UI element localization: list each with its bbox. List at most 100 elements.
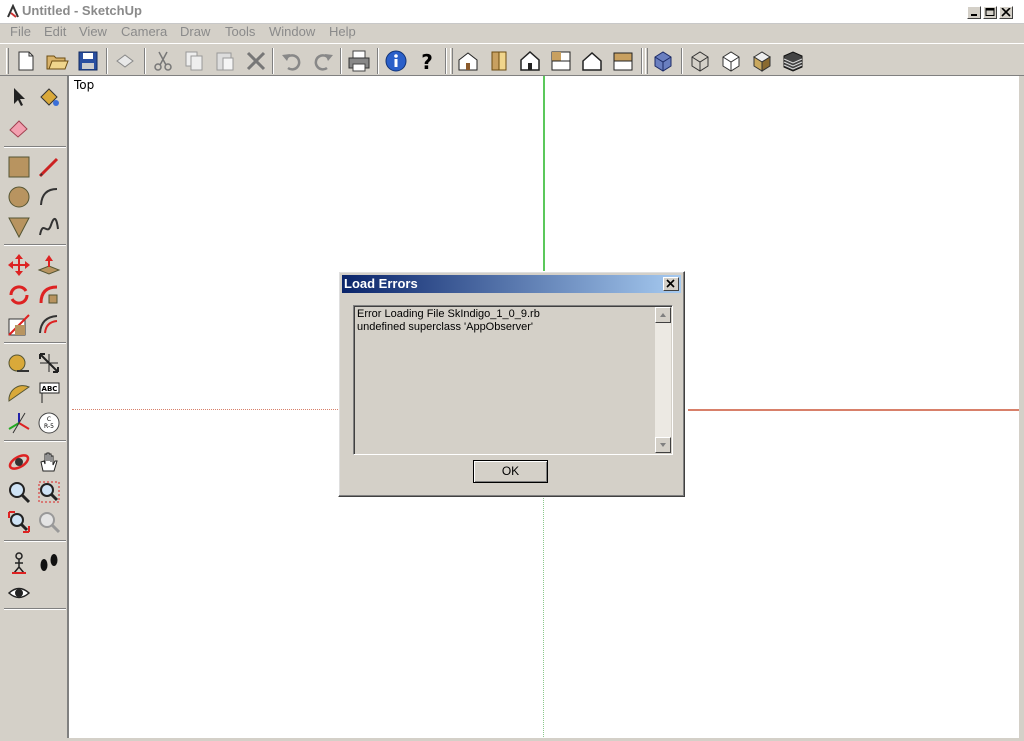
scroll-up-button[interactable]	[655, 307, 671, 323]
error-message-line: Error Loading File SkIndigo_1_0_9.rb	[357, 308, 540, 320]
shaded-textures-icon[interactable]	[781, 49, 805, 73]
back-view-icon[interactable]	[580, 49, 604, 73]
rotate-icon[interactable]	[7, 283, 31, 307]
line-icon[interactable]	[37, 155, 61, 179]
copy-icon[interactable]	[182, 49, 206, 73]
cut-icon[interactable]	[151, 49, 175, 73]
menu-help[interactable]: Help	[329, 24, 356, 40]
redo-icon[interactable]	[311, 49, 335, 73]
dialog-title-bar[interactable]: Load Errors	[342, 275, 681, 293]
menu-window[interactable]: Window	[269, 24, 315, 40]
orbit-icon[interactable]	[7, 450, 31, 474]
close-icon	[1001, 8, 1011, 17]
ok-button[interactable]: OK	[473, 460, 548, 483]
svg-text:R-5: R-5	[44, 423, 54, 430]
dialog-close-button[interactable]	[663, 277, 679, 291]
toolbar-grip[interactable]	[645, 48, 648, 74]
follow-me-icon[interactable]	[37, 283, 61, 307]
circle-icon[interactable]	[7, 185, 31, 209]
walk-icon[interactable]	[37, 551, 61, 575]
red-axis-dotted	[72, 409, 340, 410]
rectangle-icon[interactable]	[7, 155, 31, 179]
zoom-window-icon[interactable]	[37, 480, 61, 504]
toolbox-separator	[4, 540, 66, 542]
toolbar-grip[interactable]	[450, 48, 453, 74]
text-icon[interactable]: ABC	[37, 381, 61, 405]
model-info-icon[interactable]	[384, 49, 408, 73]
tape-measure-icon[interactable]	[7, 351, 31, 375]
toolbar-separator	[377, 48, 379, 74]
svg-text:C: C	[47, 416, 51, 423]
scale-icon[interactable]	[7, 313, 31, 337]
move-icon[interactable]	[7, 253, 31, 277]
zoom-icon[interactable]	[7, 480, 31, 504]
open-icon[interactable]	[45, 49, 69, 73]
view-label: Top	[74, 78, 95, 92]
axes-icon[interactable]	[7, 411, 31, 435]
window-title: Untitled - SketchUp	[22, 3, 142, 18]
new-icon[interactable]	[14, 49, 38, 73]
arc-icon[interactable]	[37, 185, 61, 209]
scroll-down-button[interactable]	[655, 437, 671, 453]
print-icon[interactable]	[347, 49, 371, 73]
menu-edit[interactable]: Edit	[44, 24, 66, 40]
zoom-extents-icon[interactable]	[7, 510, 31, 534]
help-icon[interactable]: ?	[415, 49, 439, 73]
shaded-icon[interactable]	[750, 49, 774, 73]
arrow-up-icon	[660, 313, 666, 317]
toolbar-separator	[681, 48, 683, 74]
offset-icon[interactable]	[37, 313, 61, 337]
pan-icon[interactable]	[37, 450, 61, 474]
app-icon[interactable]	[5, 4, 21, 20]
xray-icon[interactable]	[651, 49, 675, 73]
previous-icon[interactable]	[37, 510, 61, 534]
undo-icon[interactable]	[280, 49, 304, 73]
svg-text:ABC: ABC	[42, 385, 58, 393]
maximize-button[interactable]	[983, 6, 997, 19]
erase-icon[interactable]	[244, 49, 268, 73]
wireframe-icon[interactable]	[688, 49, 712, 73]
menu-tools[interactable]: Tools	[225, 24, 255, 40]
menu-bar: File Edit View Camera Draw Tools Window …	[0, 24, 1024, 42]
toolbox-separator	[4, 146, 66, 148]
green-axis-dotted	[543, 498, 544, 738]
left-view-icon[interactable]	[611, 49, 635, 73]
minimize-button[interactable]	[967, 6, 981, 19]
right-view-icon[interactable]	[549, 49, 573, 73]
position-camera-icon[interactable]	[7, 551, 31, 575]
svg-text:?: ?	[421, 50, 433, 73]
menu-camera[interactable]: Camera	[121, 24, 167, 40]
toolbar-separator	[340, 48, 342, 74]
menu-view[interactable]: View	[79, 24, 107, 40]
toolbox-separator	[4, 440, 66, 442]
make-component-icon[interactable]	[113, 49, 137, 73]
menu-draw[interactable]: Draw	[180, 24, 210, 40]
select-icon[interactable]	[7, 85, 31, 109]
look-around-icon[interactable]	[7, 581, 31, 605]
polygon-icon[interactable]	[7, 215, 31, 239]
save-icon[interactable]	[76, 49, 100, 73]
top-view-icon[interactable]	[518, 49, 542, 73]
vertical-scrollbar[interactable]	[655, 307, 671, 453]
protractor-icon[interactable]	[7, 381, 31, 405]
front-view-icon[interactable]	[487, 49, 511, 73]
3d-text-icon[interactable]: CR-5	[37, 411, 61, 435]
title-bar: Untitled - SketchUp	[0, 0, 1024, 24]
iso-view-icon[interactable]	[456, 49, 480, 73]
toolbar-grip[interactable]	[6, 48, 9, 74]
dimension-icon[interactable]	[37, 351, 61, 375]
push-pull-icon[interactable]	[37, 253, 61, 277]
paint-bucket-icon[interactable]	[37, 85, 61, 109]
eraser-icon[interactable]	[7, 115, 31, 139]
paste-icon[interactable]	[213, 49, 237, 73]
error-message-box[interactable]: Error Loading File SkIndigo_1_0_9.rb und…	[353, 305, 673, 455]
freehand-icon[interactable]	[37, 215, 61, 239]
hidden-line-icon[interactable]	[719, 49, 743, 73]
toolbar-separator	[144, 48, 146, 74]
close-icon	[666, 279, 675, 288]
toolbox-separator	[4, 342, 66, 344]
maximize-icon	[985, 8, 995, 16]
menu-file[interactable]: File	[10, 24, 31, 40]
close-button[interactable]	[999, 6, 1013, 19]
toolbox-separator	[4, 244, 66, 246]
